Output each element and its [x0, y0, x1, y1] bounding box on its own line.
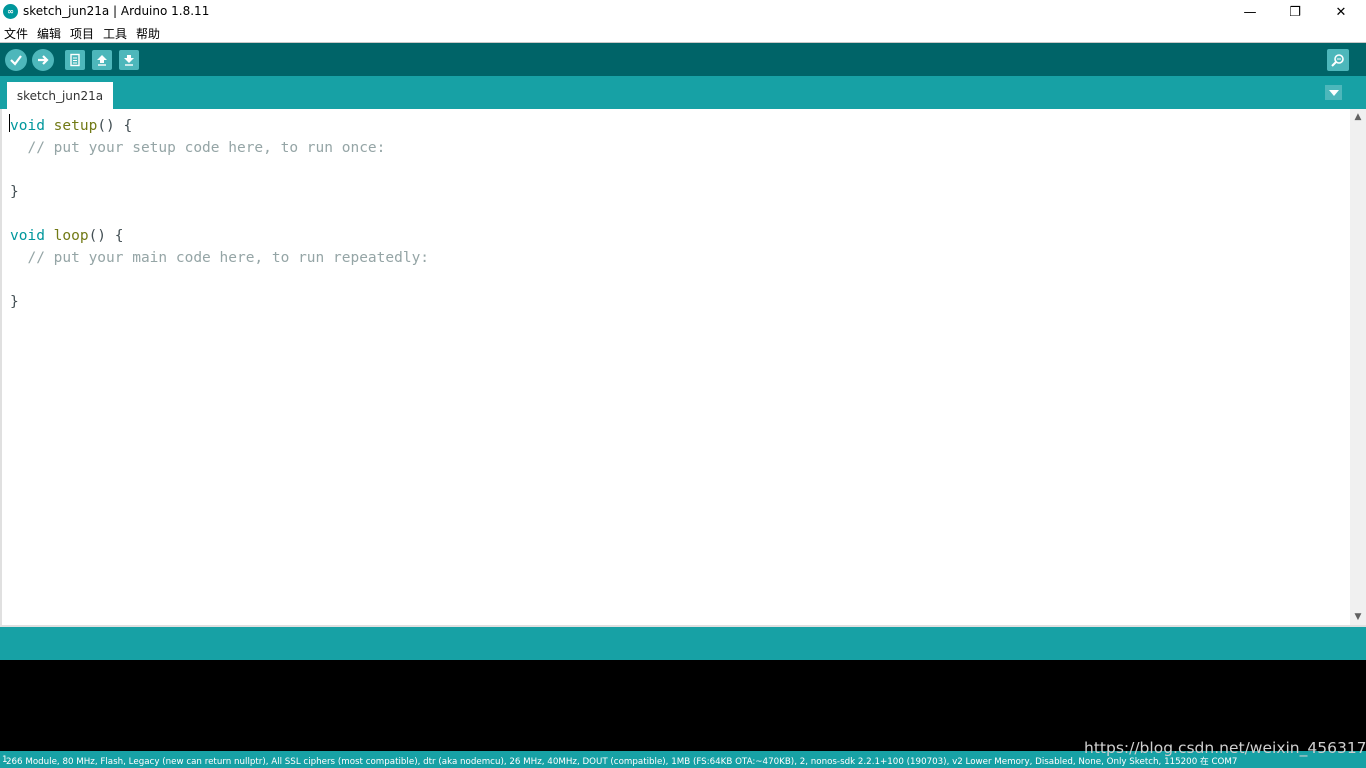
new-sketch-button[interactable] — [65, 50, 85, 70]
upload-icon — [38, 55, 49, 65]
verify-icon — [10, 55, 22, 66]
function-name: loop — [53, 228, 89, 244]
code-line-2: // put your setup code here, to run once… — [10, 140, 386, 156]
code-line-6: void loop() { — [10, 228, 124, 244]
editor-scrollbar[interactable]: ▲ ▼ — [1350, 109, 1366, 625]
code-line-9: } — [10, 294, 19, 310]
board-info: 266 Module, 80 MHz, Flash, Legacy (new c… — [6, 757, 1238, 767]
serial-monitor-icon — [1331, 54, 1344, 67]
new-icon — [70, 53, 80, 67]
serial-monitor-button[interactable] — [1327, 49, 1349, 71]
verify-button[interactable] — [5, 49, 27, 71]
menu-bar: 文件 编辑 项目 工具 帮助 — [0, 24, 1366, 42]
keyword: void — [10, 228, 45, 244]
code-line-1: void setup() { — [10, 118, 133, 134]
code-line-4: } — [10, 184, 19, 200]
menu-file[interactable]: 文件 — [4, 25, 28, 42]
scroll-up-icon[interactable]: ▲ — [1350, 109, 1366, 125]
menu-sketch[interactable]: 项目 — [70, 25, 94, 42]
open-sketch-button[interactable] — [92, 50, 112, 70]
menu-edit[interactable]: 编辑 — [37, 25, 61, 42]
menu-tools[interactable]: 工具 — [103, 25, 127, 42]
chevron-down-icon — [1328, 89, 1339, 96]
watermark: https://blog.csdn.net/weixin_45631738 — [1084, 739, 1366, 757]
menu-help[interactable]: 帮助 — [136, 25, 160, 42]
title-bar: ∞ sketch_jun21a | Arduino 1.8.11 — ❐ ✕ — [0, 0, 1366, 24]
keyword: void — [10, 118, 45, 134]
upload-button[interactable] — [32, 49, 54, 71]
minimize-button[interactable]: — — [1227, 0, 1273, 24]
console-output[interactable] — [0, 660, 1366, 751]
text-cursor — [9, 114, 10, 132]
scroll-down-icon[interactable]: ▼ — [1350, 609, 1366, 625]
arduino-logo-icon: ∞ — [3, 4, 18, 19]
save-sketch-button[interactable] — [119, 50, 139, 70]
open-icon — [97, 55, 107, 66]
function-name: setup — [53, 118, 98, 134]
tab-menu-button[interactable] — [1325, 85, 1342, 100]
code-text[interactable]: void setup() { // put your setup code he… — [10, 115, 429, 313]
toolbar — [0, 43, 1366, 76]
tab-strip: sketch_jun21a — [0, 76, 1366, 109]
code-editor[interactable]: void setup() { // put your setup code he… — [0, 109, 1352, 625]
tab-sketch[interactable]: sketch_jun21a — [7, 82, 113, 109]
window-title: sketch_jun21a | Arduino 1.8.11 — [23, 4, 210, 18]
code-line-7: // put your main code here, to run repea… — [10, 250, 430, 266]
save-icon — [124, 55, 134, 66]
close-button[interactable]: ✕ — [1318, 0, 1364, 24]
message-bar — [0, 627, 1366, 660]
restore-button[interactable]: ❐ — [1272, 0, 1318, 24]
